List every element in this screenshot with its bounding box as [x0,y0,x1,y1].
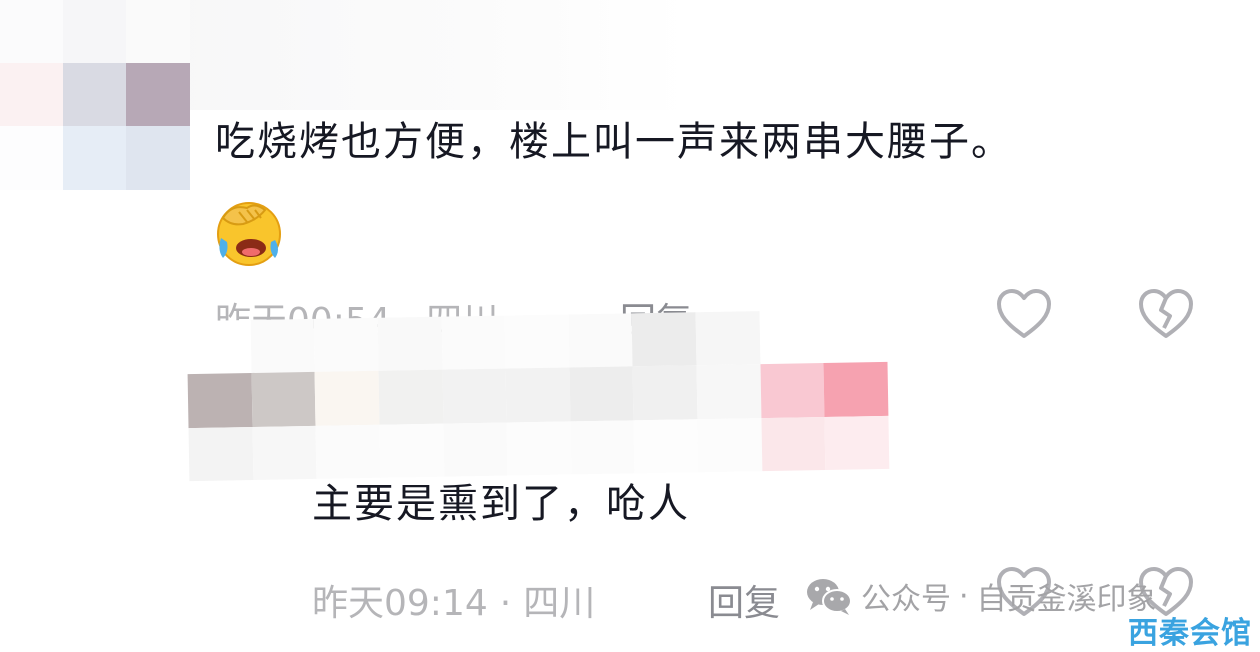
wechat-watermark: 公众号 · 自贡釜溪印象 [805,574,1157,618]
reply-time: 昨天09:14 [312,583,488,624]
reply-button-2[interactable]: 回复 [708,574,780,626]
heart-outline-icon[interactable] [995,288,1053,340]
reply-user-pixelated [186,308,890,482]
reply-meta: 昨天09:14 · 四川 [312,583,596,624]
watermark-separator: · [959,578,969,614]
username-blurred [190,0,690,110]
corner-watermark: 西秦会馆 [1128,616,1252,651]
avatar-pixelated [0,0,190,190]
laughing-crying-emoji-icon [217,202,281,266]
comment-text: 吃烧烤也方便，楼上叫一声来两串大腰子。 [215,119,1013,165]
reply-location: 四川 [523,583,596,624]
watermark-label: 公众号 [861,582,951,617]
broken-heart-icon[interactable] [1137,288,1195,340]
reply-text: 主要是熏到了，呛人 [312,481,690,527]
wechat-icon [807,579,852,615]
